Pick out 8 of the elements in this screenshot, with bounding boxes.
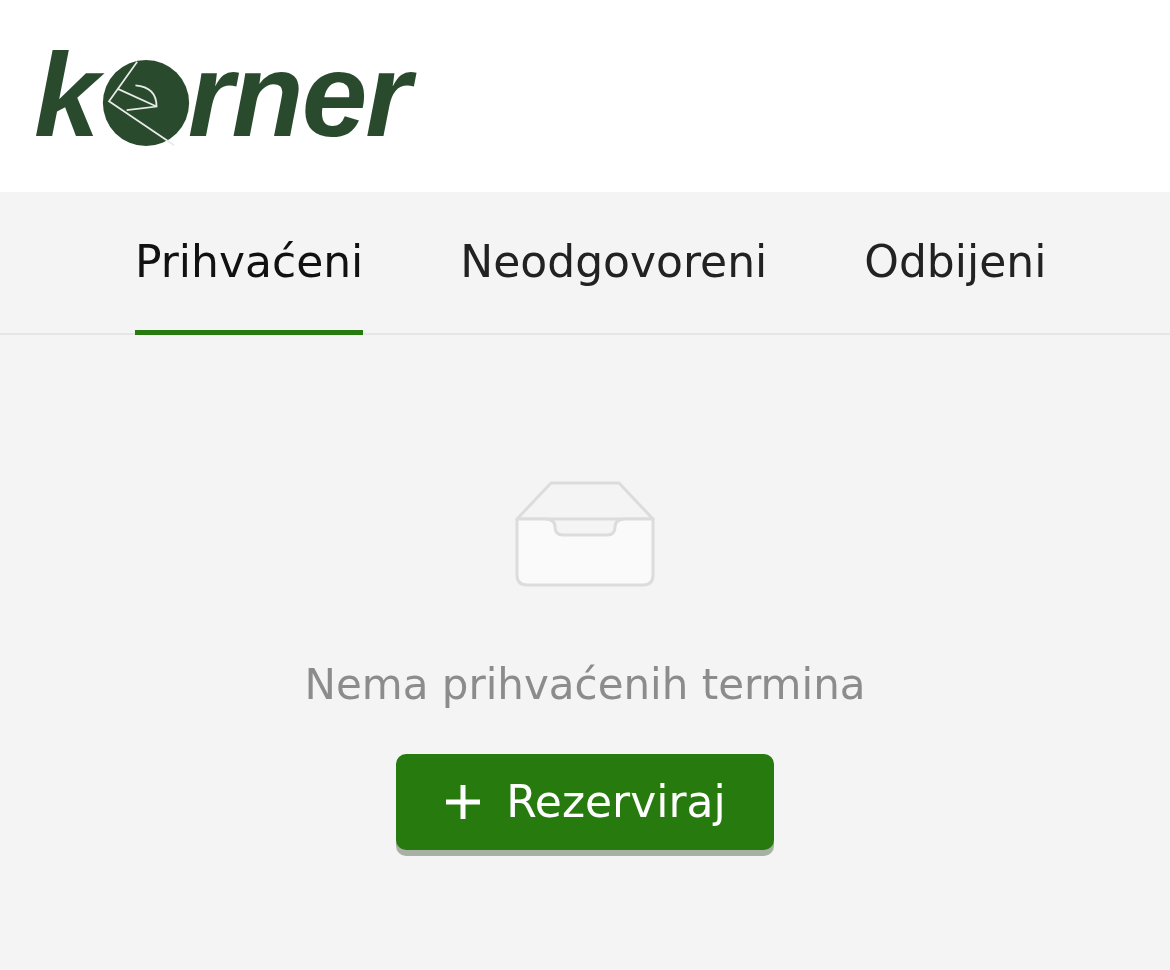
tab[interactable]: Neodgovoreni	[460, 194, 768, 335]
plus-icon	[444, 783, 483, 821]
logo-text: rner	[183, 25, 420, 167]
empty-message: Nema prihvaćenih termina	[304, 659, 866, 711]
empty-tray-icon	[515, 481, 655, 587]
logo-text: k	[30, 25, 108, 167]
tab[interactable]: Odbijeni	[864, 194, 1047, 335]
tab[interactable]: Prihvaćeni	[135, 194, 364, 335]
